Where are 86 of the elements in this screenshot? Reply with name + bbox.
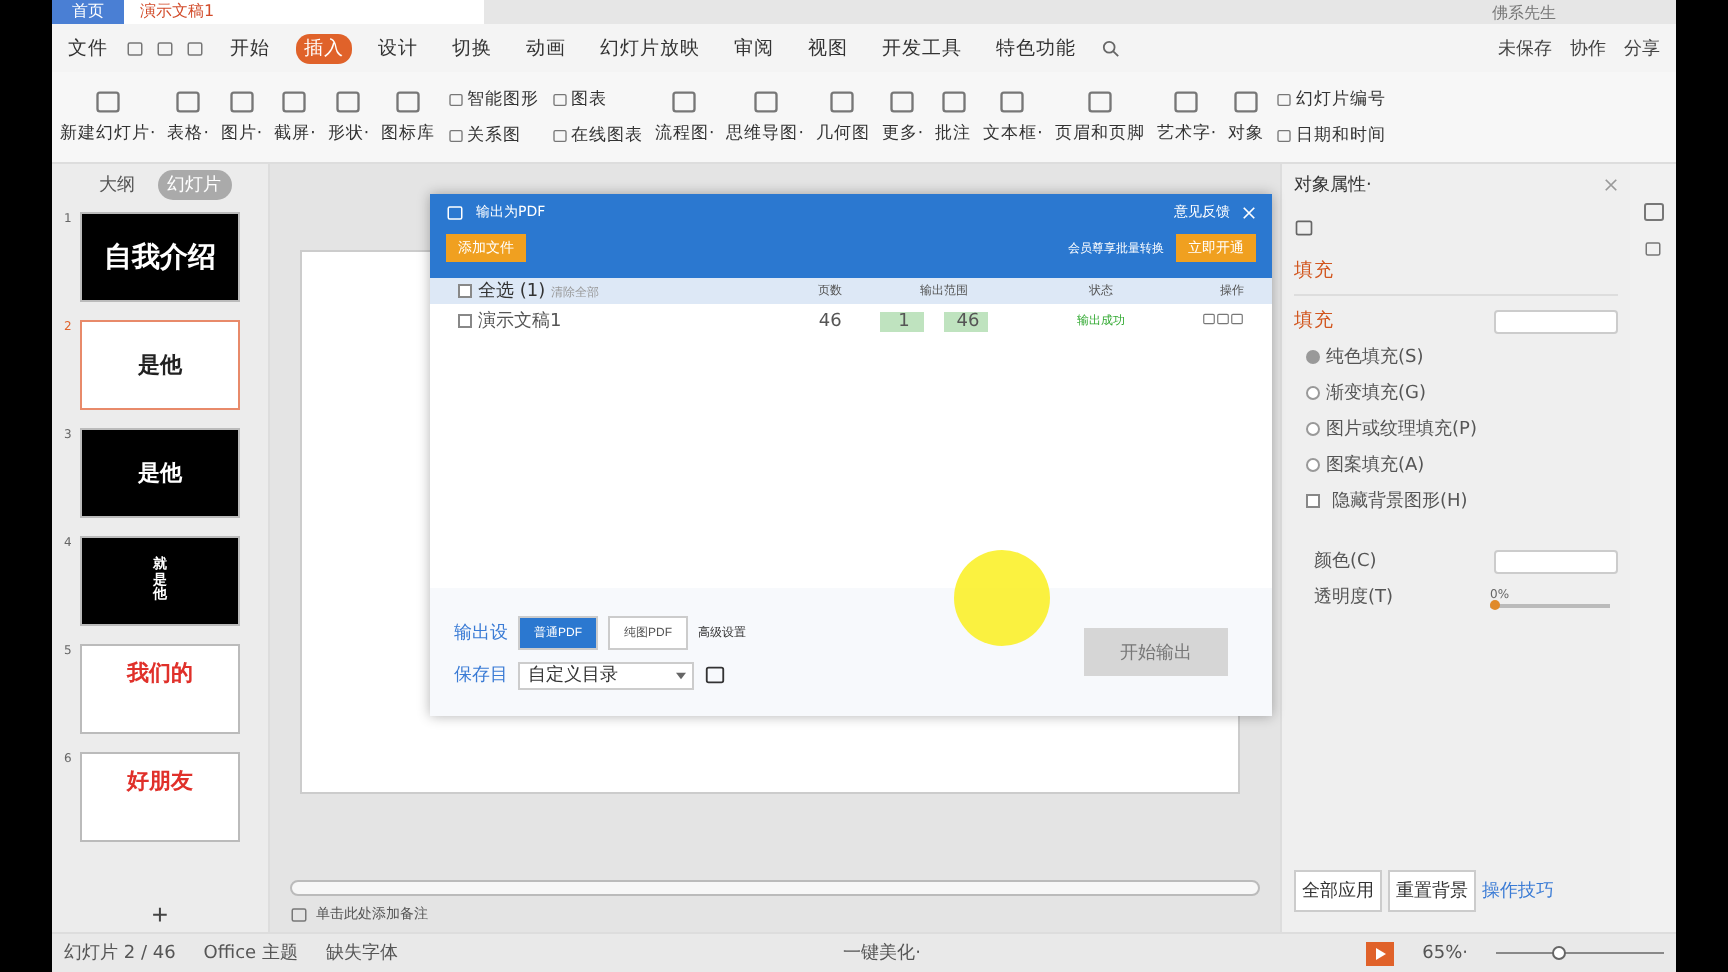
cursor-highlight bbox=[954, 550, 1050, 646]
panel-tab[interactable]: 大纲 bbox=[89, 169, 145, 199]
menu-tab[interactable]: 动画 bbox=[518, 33, 574, 63]
unsaved-status[interactable]: 未保存 bbox=[1498, 35, 1552, 61]
save-dir-label: 保存目 bbox=[454, 663, 508, 688]
missing-fonts[interactable]: 缺失字体 bbox=[325, 940, 398, 966]
fill-option[interactable]: 渐变填充(G) bbox=[1294, 380, 1618, 406]
panel-button[interactable]: 全部应用 bbox=[1294, 870, 1382, 912]
file-menu[interactable]: 文件 bbox=[68, 35, 108, 61]
menu-tab[interactable]: 审阅 bbox=[726, 33, 782, 63]
slide-title: 自我介绍 bbox=[103, 239, 216, 275]
play-icon[interactable] bbox=[1366, 941, 1395, 965]
zoom-level[interactable]: 65%· bbox=[1422, 943, 1468, 963]
menu-tab[interactable]: 视图 bbox=[800, 33, 856, 63]
ribbon-button[interactable]: 对象 bbox=[1228, 88, 1265, 146]
beautify-button[interactable]: 一键美化· bbox=[843, 940, 921, 966]
hide-background-checkbox[interactable]: 隐藏背景图形(H) bbox=[1294, 488, 1618, 514]
ribbon-button[interactable]: 流程图· bbox=[655, 88, 715, 146]
menu-tab[interactable]: 幻灯片放映 bbox=[592, 33, 708, 63]
color-label: 颜色(C) bbox=[1314, 549, 1377, 574]
menu-tab[interactable]: 开始 bbox=[222, 33, 278, 63]
fill-option[interactable]: 图案填充(A) bbox=[1294, 452, 1618, 478]
menu-tab[interactable]: 切换 bbox=[444, 33, 500, 63]
menu-tab[interactable]: 插入 bbox=[296, 33, 352, 63]
panel-button[interactable]: 重置背景 bbox=[1388, 870, 1476, 912]
collab-button[interactable]: 协作 bbox=[1570, 35, 1606, 61]
fill-dropdown[interactable] bbox=[1494, 309, 1618, 333]
color-dropdown[interactable] bbox=[1494, 549, 1618, 573]
range-from-field[interactable]: 1 bbox=[880, 311, 925, 331]
menu-tab[interactable]: 设计 bbox=[370, 33, 426, 63]
save-dir-dropdown[interactable]: 自定义目录 bbox=[518, 661, 694, 689]
slide-thumbnail[interactable]: 自我介绍 bbox=[79, 212, 240, 302]
range-to-field[interactable]: 46 bbox=[944, 311, 989, 331]
ribbon-button[interactable]: 图标库 bbox=[381, 88, 436, 146]
add-slide-button[interactable]: + bbox=[52, 896, 268, 932]
user-name: 佛系先生 bbox=[1492, 1, 1556, 23]
caret-icon bbox=[676, 671, 686, 679]
slide-title: 好朋友 bbox=[126, 766, 193, 796]
slider-thumb[interactable] bbox=[1490, 599, 1500, 609]
panel-title: 对象属性· bbox=[1294, 173, 1372, 198]
slide-thumbnail[interactable]: 我们的 bbox=[79, 644, 240, 734]
slide-thumbnail[interactable]: 好朋友 bbox=[79, 752, 240, 842]
slide-thumbnail[interactable]: 是他 bbox=[79, 428, 240, 518]
tips-link[interactable]: 操作技巧 bbox=[1482, 878, 1554, 904]
ribbon-button[interactable]: 智能图形 bbox=[447, 87, 540, 111]
ribbon-button[interactable]: 在线图表 bbox=[551, 123, 644, 147]
ribbon-button[interactable]: 图表 bbox=[551, 87, 644, 111]
page-count: 46 bbox=[816, 311, 844, 331]
ribbon-button[interactable]: 表格· bbox=[167, 88, 209, 146]
select-all-checkbox[interactable]: 全选 (1) bbox=[458, 282, 546, 302]
ribbon-button[interactable]: 图片· bbox=[220, 88, 263, 146]
fill-option[interactable]: 纯色填充(S) bbox=[1294, 344, 1618, 370]
ribbon-button[interactable]: 思维导图· bbox=[726, 88, 804, 146]
menu-tab[interactable]: 特色功能 bbox=[988, 33, 1084, 63]
ribbon-button[interactable]: 关系图 bbox=[447, 123, 540, 147]
search-icon[interactable] bbox=[1102, 39, 1120, 57]
close-icon[interactable] bbox=[1604, 178, 1618, 192]
theme-name: Office 主题 bbox=[203, 941, 298, 966]
output-settings-label: 输出设 bbox=[454, 621, 508, 645]
ribbon-button[interactable]: 日期和时间 bbox=[1276, 123, 1387, 147]
share-button[interactable]: 分享 bbox=[1624, 35, 1660, 61]
slide-counter: 幻灯片 2 / 46 bbox=[64, 941, 176, 966]
ribbon-button[interactable]: 更多· bbox=[881, 88, 924, 146]
property-tab[interactable]: 填充 bbox=[1294, 260, 1334, 282]
slide-title: 是他 bbox=[137, 350, 182, 380]
document-tab[interactable]: 演示文稿1 bbox=[124, 0, 484, 24]
ribbon-button[interactable]: 新建幻灯片· bbox=[60, 88, 156, 146]
ribbon-button[interactable]: 文本框· bbox=[983, 88, 1043, 146]
slide-title: 是他 bbox=[137, 458, 182, 488]
slide-title: 我们的 bbox=[126, 658, 193, 688]
file-name[interactable]: 演示文稿1 bbox=[458, 312, 562, 332]
ribbon-button[interactable]: 批注 bbox=[935, 88, 972, 146]
document-tab[interactable]: 首页 bbox=[52, 0, 124, 24]
ribbon-button[interactable]: 几何图 bbox=[815, 88, 870, 146]
horizontal-scrollbar[interactable] bbox=[290, 880, 1260, 896]
fill-option[interactable]: 图片或纹理填充(P) bbox=[1294, 416, 1618, 442]
slide-thumbnail[interactable]: 是他 bbox=[79, 320, 240, 410]
section-title: 填充 bbox=[1294, 308, 1334, 334]
zoom-slider-thumb[interactable] bbox=[1551, 946, 1566, 960]
ribbon-button[interactable]: 截屏· bbox=[274, 88, 316, 146]
ribbon-button[interactable]: 幻灯片编号 bbox=[1276, 87, 1387, 111]
ribbon-button[interactable]: 形状· bbox=[327, 88, 370, 146]
ribbon-button[interactable]: 页眉和页脚 bbox=[1054, 88, 1145, 146]
ribbon-button[interactable]: 艺术字· bbox=[1156, 88, 1217, 146]
menu-tab[interactable]: 开发工具 bbox=[874, 33, 970, 63]
transparency-label: 透明度(T) bbox=[1314, 585, 1394, 610]
